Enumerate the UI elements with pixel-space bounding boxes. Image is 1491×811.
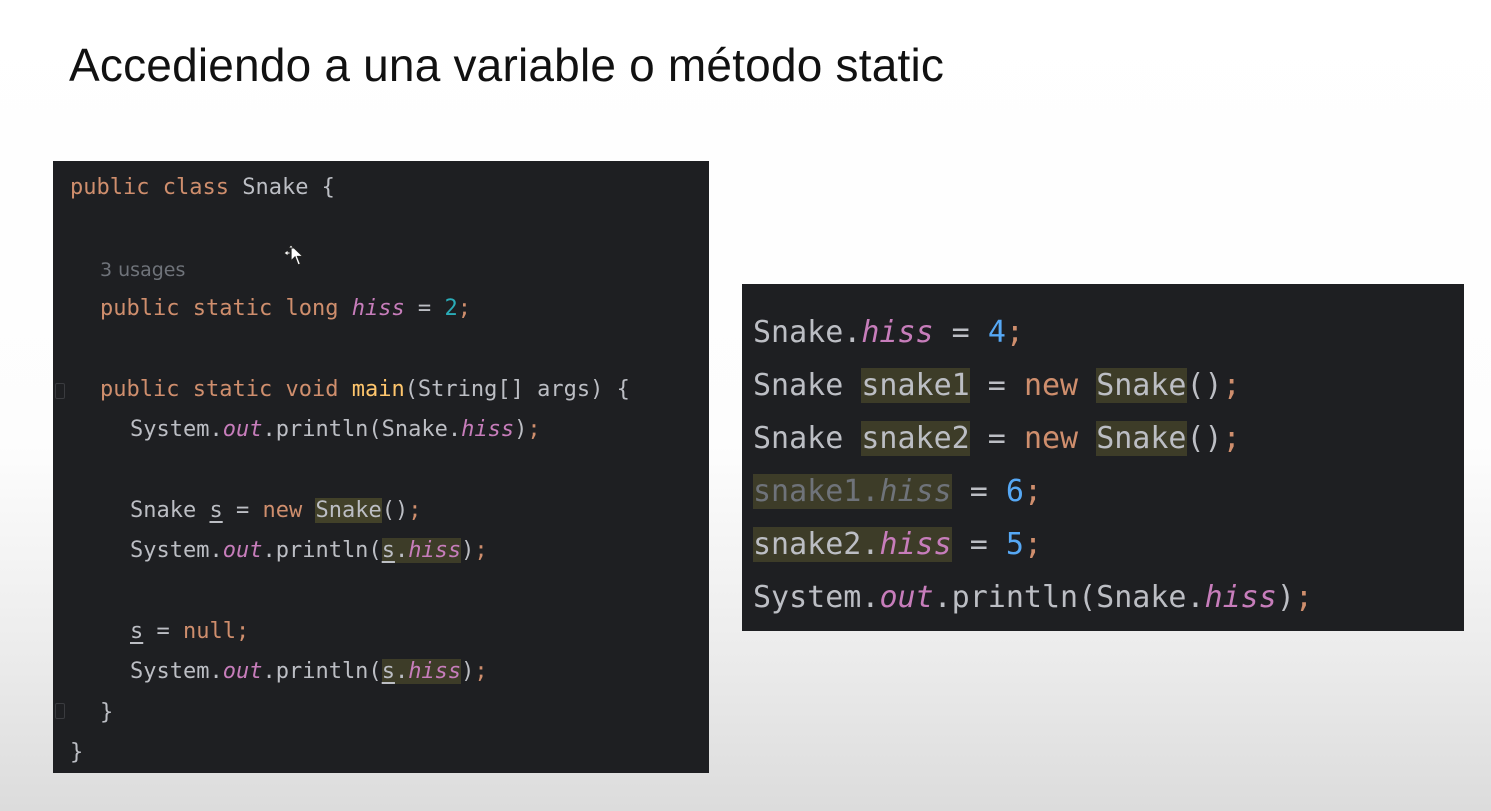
code-line-new-snake2: Snake snake2 = new Snake(); (753, 421, 1241, 456)
code-line-println-null: System.out.println(s.hiss); (130, 659, 488, 684)
code-line-new-snake1: Snake snake1 = new Snake(); (753, 368, 1241, 403)
code-panel-class-definition: public class Snake { 3 usages public sta… (53, 161, 709, 773)
move-cursor-icon (283, 244, 304, 266)
code-line-main-method: public static void main(String[] args) { (100, 377, 630, 402)
code-line-set-class-field: Snake.hiss = 4; (753, 315, 1024, 350)
code-line-class-declaration: public class Snake { (70, 175, 335, 200)
code-line-new-snake: Snake s = new Snake(); (130, 498, 422, 523)
code-panel-static-access-example: Snake.hiss = 4; Snake snake1 = new Snake… (742, 284, 1464, 631)
fold-marker-icon (55, 383, 65, 399)
usages-hint[interactable]: 3 usages (100, 256, 185, 284)
code-line-set-snake1-field: snake1.hiss = 6; (753, 474, 1042, 509)
fold-marker-icon (55, 703, 65, 719)
slide-title: Accediendo a una variable o método stati… (69, 39, 945, 91)
code-line-static-field: public static long hiss = 2; (100, 296, 471, 321)
code-line-close-class: } (70, 740, 84, 765)
code-line-println-class: System.out.println(Snake.hiss); (130, 417, 541, 442)
code-line-set-null: s = null; (130, 619, 250, 644)
code-line-println-instance: System.out.println(s.hiss); (130, 538, 488, 563)
code-line-println-result: System.out.println(Snake.hiss); (753, 580, 1313, 615)
code-line-set-snake2-field: snake2.hiss = 5; (753, 527, 1042, 562)
code-line-close-method: } (100, 700, 114, 725)
